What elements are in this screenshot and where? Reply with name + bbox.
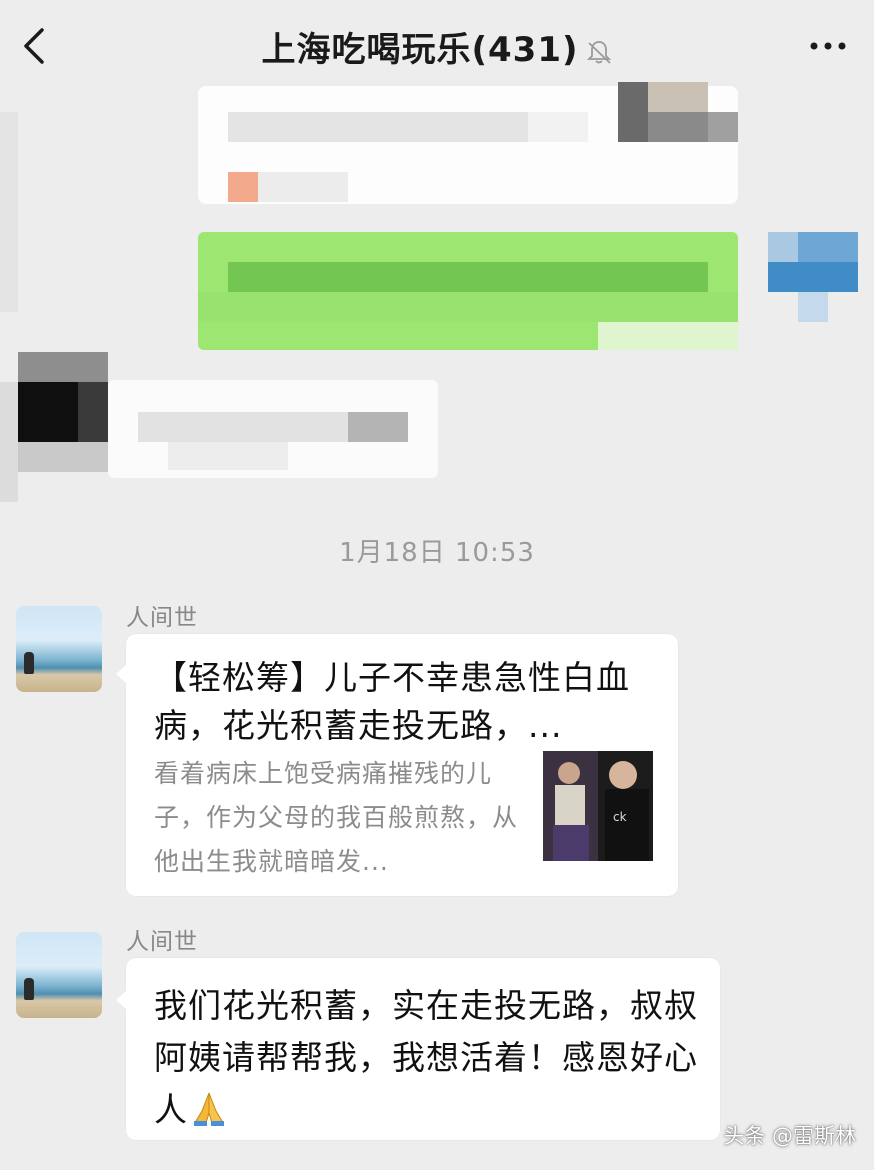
- sender-name: 人间世: [126, 929, 198, 955]
- chat-title: 上海吃喝玩乐(431): [261, 30, 579, 70]
- redacted-block: [0, 382, 18, 502]
- chat-header: 上海吃喝玩乐(431): [0, 0, 874, 92]
- redacted-block: [528, 112, 588, 142]
- redacted-block: [798, 232, 858, 262]
- redacted-block: [228, 112, 528, 142]
- redacted-block: [168, 442, 288, 470]
- message-timestamp: 1月18日 10:53: [339, 538, 535, 568]
- message-text: 我们花光积蓄，实在走投无路，叔叔阿姨请帮帮我，我想活着！感恩好心人: [154, 986, 698, 1129]
- pray-icon: [194, 1092, 224, 1126]
- redacted-block: [708, 112, 738, 142]
- link-card-message[interactable]: 【轻松筹】儿子不幸患急性白血病，花光积蓄走投无路，... 看着病床上饱受病痛摧残…: [116, 634, 678, 896]
- bell-muted-icon: [586, 40, 611, 64]
- redacted-block: [228, 172, 258, 202]
- message-text-container: 我们花光积蓄，实在走投无路，叔叔阿姨请帮帮我，我想活着！感恩好心人: [154, 980, 699, 1136]
- redacted-block: [18, 382, 78, 442]
- redacted-block: [768, 232, 798, 262]
- redacted-block: [798, 292, 828, 322]
- redacted-block: [0, 112, 18, 312]
- redacted-block: [598, 322, 738, 350]
- redacted-block: [768, 262, 858, 292]
- redacted-block: [648, 112, 708, 142]
- avatar-figure: [24, 652, 34, 674]
- avatar-figure: [24, 978, 34, 1000]
- watermark: 头条 @雷斯林: [723, 1124, 856, 1148]
- link-card-description: 看着病床上饱受病痛摧残的儿子，作为父母的我百般煎熬，从他出生我就暗暗发...: [154, 759, 519, 876]
- redacted-block: [258, 172, 348, 202]
- redacted-block: [138, 412, 348, 442]
- text-message[interactable]: 我们花光积蓄，实在走投无路，叔叔阿姨请帮帮我，我想活着！感恩好心人: [116, 958, 720, 1140]
- bubble-tail: [116, 664, 127, 684]
- redacted-block: [198, 292, 738, 322]
- more-dots-icon[interactable]: [806, 34, 850, 58]
- link-card-thumbnail: ck: [543, 751, 653, 861]
- redacted-block: [228, 262, 708, 292]
- sender-avatar[interactable]: [16, 606, 102, 692]
- chat-title-container: 上海吃喝玩乐(431): [0, 22, 874, 71]
- redacted-block: [18, 442, 108, 472]
- svg-text:ck: ck: [613, 810, 627, 824]
- bubble-tail: [116, 990, 127, 1010]
- redacted-block: [618, 82, 648, 142]
- sender-avatar[interactable]: [16, 932, 102, 1018]
- link-card-title: 【轻松筹】儿子不幸患急性白血病，花光积蓄走投无路，...: [154, 658, 630, 745]
- sender-name: 人间世: [126, 605, 198, 631]
- redacted-block: [348, 412, 408, 442]
- redacted-block: [648, 82, 708, 112]
- redacted-block: [78, 382, 108, 442]
